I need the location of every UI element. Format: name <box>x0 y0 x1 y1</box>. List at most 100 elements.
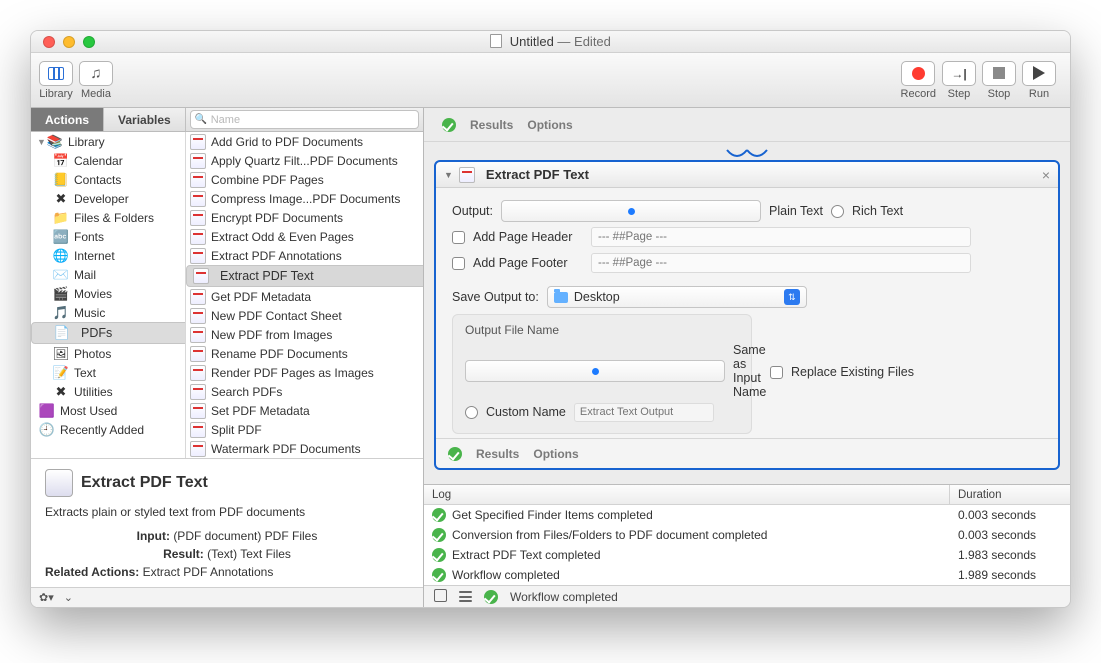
action-list-item[interactable]: New PDF from Images <box>186 325 423 344</box>
log-row[interactable]: Conversion from Files/Folders to PDF doc… <box>424 525 1070 545</box>
workflow-footer: Workflow completed <box>424 585 1070 607</box>
tab-variables[interactable]: Variables <box>104 108 186 131</box>
success-icon <box>432 528 446 542</box>
category-icon: 📅 <box>53 153 69 169</box>
record-button[interactable] <box>901 61 935 86</box>
category-icon: ✖︎ <box>53 191 69 207</box>
action-list-label: Split PDF <box>211 423 262 437</box>
log-header-log[interactable]: Log <box>424 485 950 504</box>
check-add-footer[interactable] <box>452 257 465 270</box>
radio-rich-text[interactable] <box>831 205 844 218</box>
list-icon <box>459 591 472 602</box>
tab-actions[interactable]: Actions <box>31 108 104 131</box>
action-list-item[interactable]: Apply Quartz Filt...PDF Documents <box>186 151 423 170</box>
action-connector <box>424 150 1070 160</box>
workflow-view-button[interactable] <box>434 589 447 605</box>
library-footer: ✿▾ ⌄ <box>31 587 423 607</box>
output-label: Output: <box>452 204 493 218</box>
square-list-icon <box>434 589 447 602</box>
action-list-item[interactable]: Set PDF Metadata <box>186 401 423 420</box>
category-item[interactable]: ✖︎Utilities <box>31 382 185 401</box>
radio-same-name[interactable] <box>465 360 725 382</box>
action-list-item[interactable]: Extract PDF Annotations <box>186 246 423 265</box>
category-icon: 🎵 <box>53 305 69 321</box>
radio-custom-name[interactable] <box>465 406 478 419</box>
log-view-button[interactable] <box>459 591 472 602</box>
category-item[interactable]: 📁Files & Folders <box>31 208 185 227</box>
success-icon <box>432 548 446 562</box>
action-list-item[interactable]: Compress Image...PDF Documents <box>186 189 423 208</box>
category-label: Mail <box>74 268 96 282</box>
category-list[interactable]: ▼📚Library 📅 Calendar 📒Contacts✖︎Developer📁F… <box>31 132 186 458</box>
action-results-tab[interactable]: Results <box>476 447 519 461</box>
action-footer: Results Options <box>436 438 1058 468</box>
disclosure-icon[interactable]: ▼ <box>444 170 453 180</box>
library-toggle-button[interactable] <box>39 61 73 86</box>
folder-icon <box>554 292 568 303</box>
log-row[interactable]: Workflow completed1.989 seconds <box>424 565 1070 585</box>
category-item[interactable]: 📝Text <box>31 363 185 382</box>
remove-action-button[interactable]: × <box>1042 167 1050 183</box>
media-button[interactable]: ♫ <box>79 61 113 86</box>
action-list-item[interactable]: Rename PDF Documents <box>186 344 423 363</box>
footer-text-input[interactable] <box>591 253 971 273</box>
category-label: Calendar <box>74 154 123 168</box>
category-item[interactable]: 🕘Recently Added <box>31 420 185 439</box>
log-row[interactable]: Extract PDF Text completed1.983 seconds <box>424 545 1070 565</box>
log-row[interactable]: Get Specified Finder Items completed0.00… <box>424 505 1070 525</box>
category-item[interactable]: 🔤Fonts <box>31 227 185 246</box>
prev-results-label[interactable]: Results <box>470 118 513 132</box>
collapse-info-button[interactable]: ⌄ <box>64 591 73 604</box>
step-button[interactable] <box>942 61 976 86</box>
custom-name-input[interactable] <box>574 403 714 422</box>
action-list-item[interactable]: New PDF Contact Sheet <box>186 306 423 325</box>
category-item[interactable]: 📄PDFs <box>31 322 186 344</box>
content-area: Actions Variables ▼📚Library 📅 Calendar 📒Con… <box>31 108 1070 607</box>
action-list-item[interactable]: Extract PDF Text <box>186 265 423 287</box>
action-list-item[interactable]: Split PDF <box>186 420 423 439</box>
action-list-item[interactable]: Render PDF Pages as Images <box>186 363 423 382</box>
action-list-item[interactable]: Add Grid to PDF Documents <box>186 132 423 151</box>
action-list-item[interactable]: Get PDF Metadata <box>186 287 423 306</box>
action-list-item[interactable]: Encrypt PDF Documents <box>186 208 423 227</box>
category-label: PDFs <box>81 326 112 340</box>
check-add-header[interactable] <box>452 231 465 244</box>
run-label: Run <box>1029 88 1049 100</box>
stop-button[interactable] <box>982 61 1016 86</box>
prev-options-label[interactable]: Options <box>527 118 572 132</box>
success-icon <box>432 568 446 582</box>
header-text-input[interactable] <box>591 227 971 247</box>
search-input[interactable] <box>190 110 419 129</box>
save-location-popup[interactable]: Desktop ⇅ <box>547 286 807 308</box>
category-item[interactable]: 🎬Movies <box>31 284 185 303</box>
action-options-tab[interactable]: Options <box>533 447 578 461</box>
action-list-label: Extract Odd & Even Pages <box>211 230 354 244</box>
action-list-item[interactable]: Combine PDF Pages <box>186 170 423 189</box>
gear-menu[interactable]: ✿▾ <box>39 591 54 604</box>
action-list-item[interactable]: Watermark PDF Documents <box>186 439 423 458</box>
category-item[interactable]: 🌐Internet <box>31 246 185 265</box>
stop-label: Stop <box>988 88 1011 100</box>
pdf-icon <box>190 210 206 226</box>
category-item[interactable]: 🖼Photos <box>31 344 185 363</box>
category-label: Library <box>68 135 105 149</box>
action-list-item[interactable]: Extract Odd & Even Pages <box>186 227 423 246</box>
action-list[interactable]: Add Grid to PDF DocumentsApply Quartz Fi… <box>186 132 423 458</box>
pdf-icon <box>190 191 206 207</box>
category-item[interactable]: 📒Contacts <box>31 170 185 189</box>
category-label: Recently Added <box>60 423 144 437</box>
category-icon: 🔤 <box>53 229 69 245</box>
run-button[interactable] <box>1022 61 1056 86</box>
radio-plain-text[interactable] <box>501 200 761 222</box>
action-list-item[interactable]: Search PDFs <box>186 382 423 401</box>
category-item[interactable]: 📅 Calendar <box>31 151 185 170</box>
category-item[interactable]: ✖︎Developer <box>31 189 185 208</box>
category-item[interactable]: 🟪Most Used <box>31 401 185 420</box>
category-item[interactable]: ✉️Mail <box>31 265 185 284</box>
category-item[interactable]: 🎵Music <box>31 303 185 322</box>
category-item[interactable]: ▼📚Library <box>31 132 185 151</box>
check-replace-existing[interactable] <box>770 366 783 379</box>
action-header[interactable]: ▼ Extract PDF Text × <box>436 162 1058 188</box>
step-label: Step <box>948 88 971 100</box>
log-header-duration[interactable]: Duration <box>950 485 1070 504</box>
